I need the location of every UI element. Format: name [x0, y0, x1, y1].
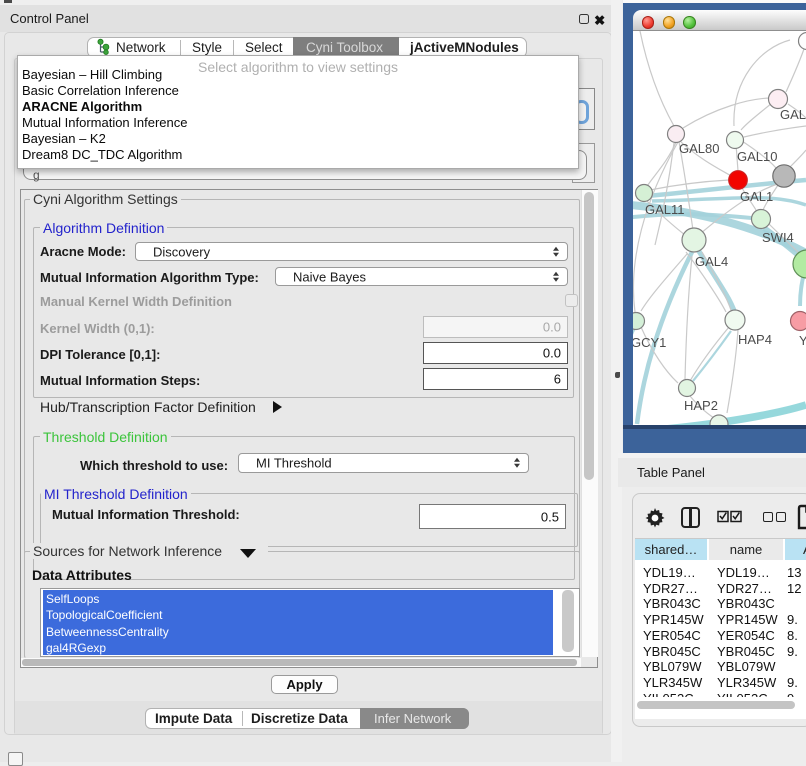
svg-text:HAP4: HAP4 — [738, 332, 772, 347]
svg-text:GCY1: GCY1 — [633, 335, 666, 350]
svg-text:HAP2: HAP2 — [684, 398, 718, 413]
svg-text:Y: Y — [799, 333, 806, 348]
svg-text:GALxx: GALxx — [780, 107, 806, 122]
svg-text:GAL11: GAL11 — [645, 202, 685, 217]
svg-text:GAL10: GAL10 — [737, 149, 777, 164]
svg-text:SWI4: SWI4 — [762, 230, 794, 245]
svg-text:GAL4: GAL4 — [695, 254, 728, 269]
svg-text:GAL1: GAL1 — [740, 189, 773, 204]
svg-text:GAL80: GAL80 — [679, 141, 719, 156]
